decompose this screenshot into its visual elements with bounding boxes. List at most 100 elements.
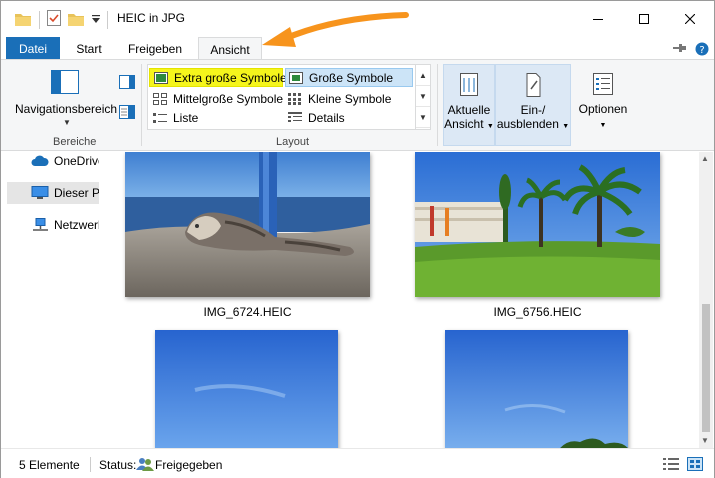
customize-toolbar-dropdown-icon[interactable]	[91, 13, 101, 25]
group-label-panes: Bereiche	[53, 136, 97, 148]
properties-icon[interactable]	[47, 10, 61, 26]
scrollbar-thumb[interactable]	[702, 304, 710, 432]
network-icon	[33, 218, 48, 231]
file-view: IMG_6724.HEIC IMG_6756.HEIC	[99, 152, 699, 448]
minimize-icon	[593, 19, 603, 20]
nav-item-onedrive[interactable]: OneDrive	[7, 152, 99, 172]
layout-option-label: Große Symbole	[309, 70, 394, 85]
computer-icon	[31, 186, 49, 199]
status-bar: 5 Elemente Status: Freigegeben	[1, 448, 714, 478]
file-thumbnail[interactable]	[125, 152, 370, 297]
new-folder-icon[interactable]	[68, 12, 84, 26]
options-icon	[593, 73, 613, 95]
vertical-scrollbar[interactable]: ▲ ▼	[699, 152, 713, 448]
chevron-up-icon[interactable]: ▲	[701, 154, 709, 163]
preview-pane-icon[interactable]	[119, 75, 135, 89]
layout-details[interactable]: Details	[288, 108, 345, 127]
current-view-button[interactable]: Aktuelle Ansicht ▼	[443, 64, 495, 146]
file-name[interactable]: IMG_6724.HEIC	[125, 305, 370, 319]
tab-datei[interactable]: Datei	[6, 37, 60, 60]
file-name[interactable]: IMG_6756.HEIC	[415, 305, 660, 319]
show-hide-icon	[526, 73, 541, 97]
navigation-pane-button[interactable]: Navigationsbereich	[15, 102, 117, 116]
gallery-expand-button[interactable]: ▼	[416, 107, 430, 128]
nav-item-label: Netzwerk	[54, 218, 99, 232]
help-icon[interactable]: ?	[695, 42, 709, 56]
navigation-pane: OneDrive Dieser PC Netzwerk	[1, 152, 99, 448]
layout-extra-large-icons[interactable]: Extra große Symbole	[149, 68, 287, 87]
maximize-icon	[639, 14, 649, 24]
current-view-label-2: Ansicht	[444, 117, 484, 131]
shared-status: Freigegeben	[155, 458, 223, 472]
navigation-pane-icon[interactable]	[51, 70, 79, 94]
file-thumbnail[interactable]	[445, 330, 628, 448]
layout-option-label: Details	[308, 110, 345, 125]
tab-ansicht[interactable]: Ansicht	[198, 37, 262, 61]
file-thumbnail[interactable]	[415, 152, 660, 297]
title-bar: HEIC in JPG	[1, 1, 714, 37]
chevron-down-icon: ▼	[562, 123, 570, 130]
details-pane-icon[interactable]	[119, 105, 135, 119]
details-view-icon[interactable]	[663, 457, 679, 471]
shared-users-icon	[136, 458, 154, 471]
pin-ribbon-icon[interactable]	[673, 42, 687, 54]
details-icon	[288, 111, 302, 122]
file-thumbnail[interactable]	[155, 330, 338, 448]
current-view-icon	[460, 73, 478, 96]
layout-list[interactable]: Liste	[153, 108, 198, 127]
chevron-down-icon: ▼	[486, 123, 494, 130]
explorer-window: HEIC in JPG Datei Start Freigeben Ansich…	[0, 0, 715, 478]
layout-option-label: Extra große Symbole	[174, 70, 287, 85]
tab-start[interactable]: Start	[65, 37, 113, 60]
status-separator	[90, 457, 91, 472]
nav-item-network[interactable]: Netzwerk	[7, 214, 99, 236]
tab-freigeben[interactable]: Freigeben	[117, 37, 193, 60]
group-separator	[141, 64, 142, 146]
close-button[interactable]	[667, 1, 713, 37]
folder-icon	[15, 14, 31, 26]
maximize-button[interactable]	[621, 1, 667, 37]
layout-large-icons[interactable]: Große Symbole	[285, 68, 413, 87]
options-label: Optionen	[578, 102, 628, 116]
ribbon-panel: Navigationsbereich ▼ Bereiche Extra groß…	[1, 59, 714, 151]
status-label: Status:	[99, 458, 137, 472]
group-label-layout: Layout	[276, 136, 310, 148]
layout-gallery-scroll: ▲ ▼ ▼	[415, 65, 430, 129]
svg-text:?: ?	[699, 45, 704, 56]
layout-option-label: Mittelgroße Symbole	[173, 91, 284, 106]
group-separator	[437, 64, 438, 146]
list-icon	[153, 112, 167, 123]
expand-icon: ▼	[419, 112, 427, 122]
chevron-down-icon: ▼	[599, 122, 607, 129]
gallery-down-button[interactable]: ▼	[416, 86, 430, 107]
chevron-up-icon: ▲	[419, 70, 427, 80]
sky-trees-photo-image	[445, 330, 628, 448]
show-hide-label-1: Ein-/	[520, 103, 546, 117]
chevron-down-icon: ▼	[63, 118, 71, 127]
nav-item-label: OneDrive	[54, 154, 99, 168]
sky-photo-image	[155, 330, 338, 448]
chevron-down-icon: ▼	[419, 91, 427, 101]
layout-small-icons[interactable]: Kleine Symbole	[288, 89, 391, 108]
palm-park-image	[415, 152, 660, 297]
show-hide-button[interactable]: Ein-/ ausblenden ▼	[495, 64, 571, 146]
nav-item-label: Dieser PC	[54, 186, 99, 200]
ribbon-tabs: Datei Start Freigeben Ansicht ?	[1, 37, 714, 61]
quick-access-separator	[39, 11, 40, 29]
layout-option-label: Liste	[173, 110, 199, 125]
small-icons-icon	[288, 92, 301, 105]
cat-photo-image	[125, 152, 370, 297]
options-button[interactable]: Optionen ▼	[573, 64, 633, 146]
window-title: HEIC in JPG	[117, 11, 186, 25]
large-icons-view-icon[interactable]	[687, 457, 703, 471]
minimize-button[interactable]	[575, 1, 621, 37]
close-icon	[685, 14, 695, 24]
item-count: 5 Elemente	[19, 458, 80, 472]
layout-medium-icons[interactable]: Mittelgroße Symbole	[153, 89, 283, 108]
extra-large-icons-icon	[154, 71, 168, 84]
title-separator	[107, 11, 108, 29]
show-hide-label-2: ausblenden	[496, 117, 559, 131]
chevron-down-icon[interactable]: ▼	[701, 436, 709, 445]
nav-item-this-pc[interactable]: Dieser PC	[7, 182, 99, 204]
gallery-up-button[interactable]: ▲	[416, 65, 430, 86]
